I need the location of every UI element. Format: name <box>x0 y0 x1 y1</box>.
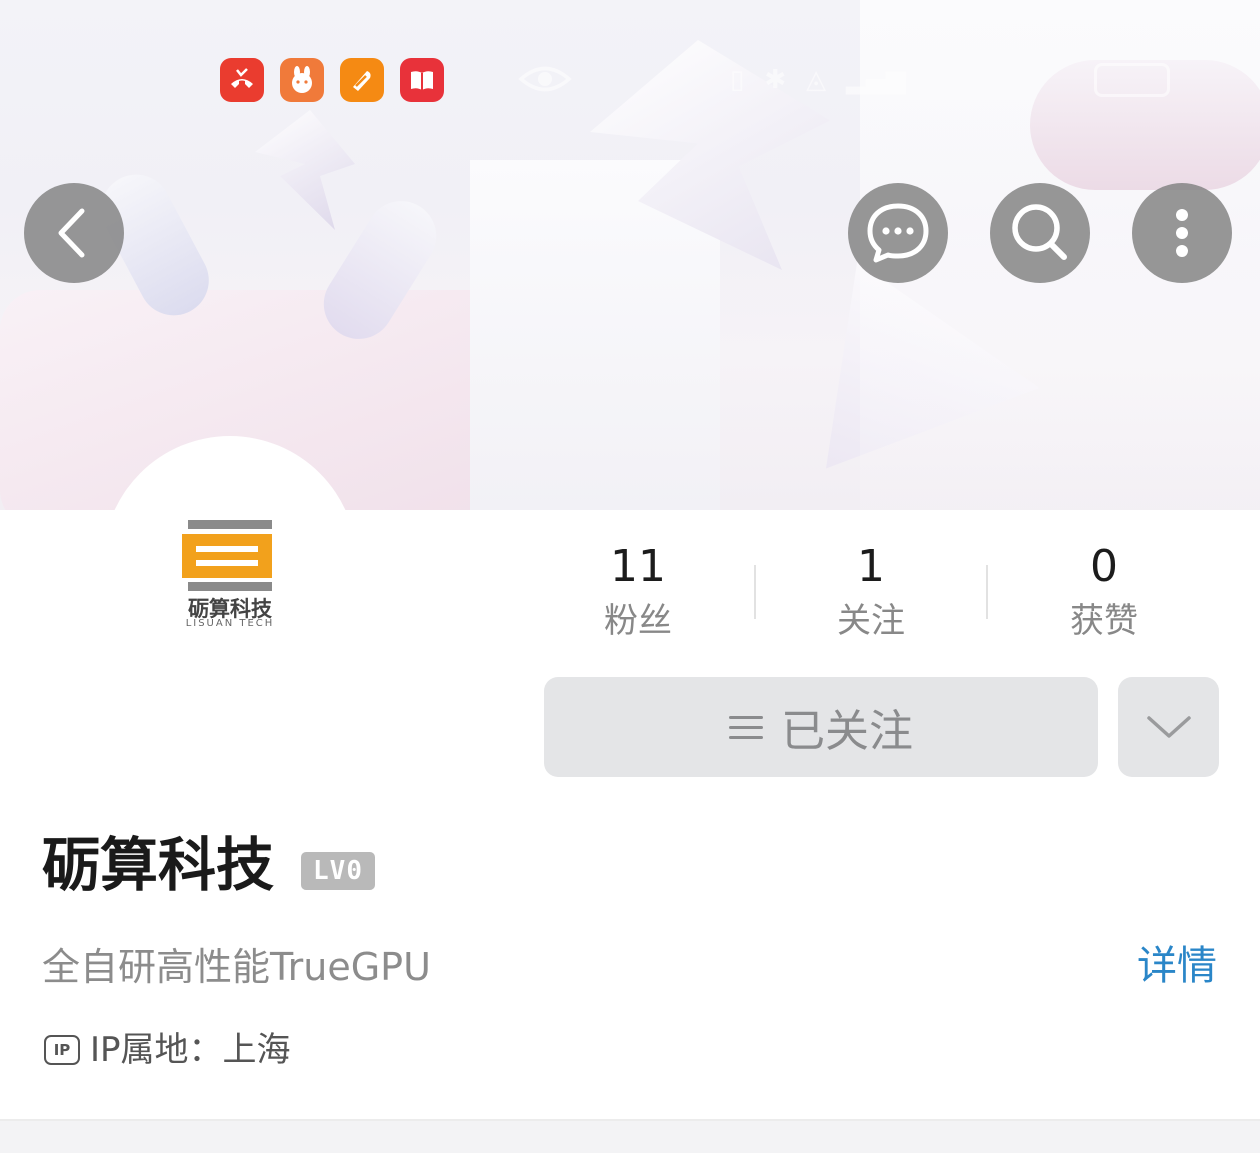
search-icon <box>1012 204 1067 260</box>
stat-following[interactable]: 1 关注 <box>791 540 951 646</box>
level-badge: LV0 <box>301 852 375 890</box>
stat-following-count: 1 <box>857 541 885 592</box>
missed-call-icon <box>220 58 264 102</box>
message-button[interactable] <box>848 183 948 283</box>
eye-icon <box>518 66 572 92</box>
chevron-down-icon <box>1146 716 1191 738</box>
battery-icon <box>1094 63 1170 97</box>
logo-bar <box>188 582 272 591</box>
ip-location-row: IP IP属地：上海 <box>44 1028 291 1072</box>
logo-text-en: LISUAN TECH <box>185 618 275 629</box>
chevron-left-icon <box>58 208 85 258</box>
feather-app-icon <box>340 58 384 102</box>
ip-icon: IP <box>44 1035 80 1065</box>
mute-bell-icon: ◬ <box>806 65 827 95</box>
brand-logo: 砺算科技 LISUAN TECH <box>160 520 300 632</box>
stat-fans-count: 11 <box>610 541 666 592</box>
stat-fans[interactable]: 11 粉丝 <box>558 540 718 646</box>
follow-dropdown-button[interactable] <box>1118 677 1219 777</box>
back-button[interactable] <box>24 183 124 283</box>
book-app-icon <box>400 58 444 102</box>
more-options-button[interactable] <box>1132 183 1232 283</box>
bluetooth-icon: ✱ <box>764 65 787 95</box>
ip-location-text: IP属地：上海 <box>90 1030 291 1070</box>
status-bar: ▯ ✱ ◬ ▂▄▆ <box>0 50 1260 110</box>
logo-bar <box>188 520 272 529</box>
profile-name: 砺算科技 <box>42 831 275 899</box>
profile-bio: 全自研高性能TrueGPU <box>42 945 431 989</box>
details-link[interactable]: 详情 <box>1137 940 1217 992</box>
stat-likes-label: 获赞 <box>1070 601 1138 641</box>
stat-divider <box>754 565 756 619</box>
followed-button-label: 已关注 <box>781 706 913 757</box>
more-vertical-icon <box>1176 209 1188 257</box>
profile-banner: ▯ ✱ ◬ ▂▄▆ <box>0 0 1260 510</box>
stat-divider <box>986 565 988 619</box>
banner-decor-bolt-small <box>255 110 355 230</box>
chat-bubble-icon <box>867 203 929 263</box>
stat-following-label: 关注 <box>837 601 905 641</box>
vibrate-icon: ▯ <box>730 65 745 95</box>
followed-button[interactable]: 已关注 <box>544 677 1098 777</box>
section-gap <box>0 1121 1260 1153</box>
system-status-icons: ▯ ✱ ◬ ▂▄▆ <box>730 60 1170 100</box>
stat-likes[interactable]: 0 获赞 <box>1024 540 1184 646</box>
search-button[interactable] <box>990 183 1090 283</box>
stat-fans-label: 粉丝 <box>604 601 672 641</box>
stat-likes-count: 0 <box>1090 541 1118 592</box>
rabbit-app-icon <box>280 58 324 102</box>
logo-mark <box>182 534 272 578</box>
signal-icon: ▂▄▆ <box>846 65 907 95</box>
menu-lines-icon <box>729 714 763 740</box>
